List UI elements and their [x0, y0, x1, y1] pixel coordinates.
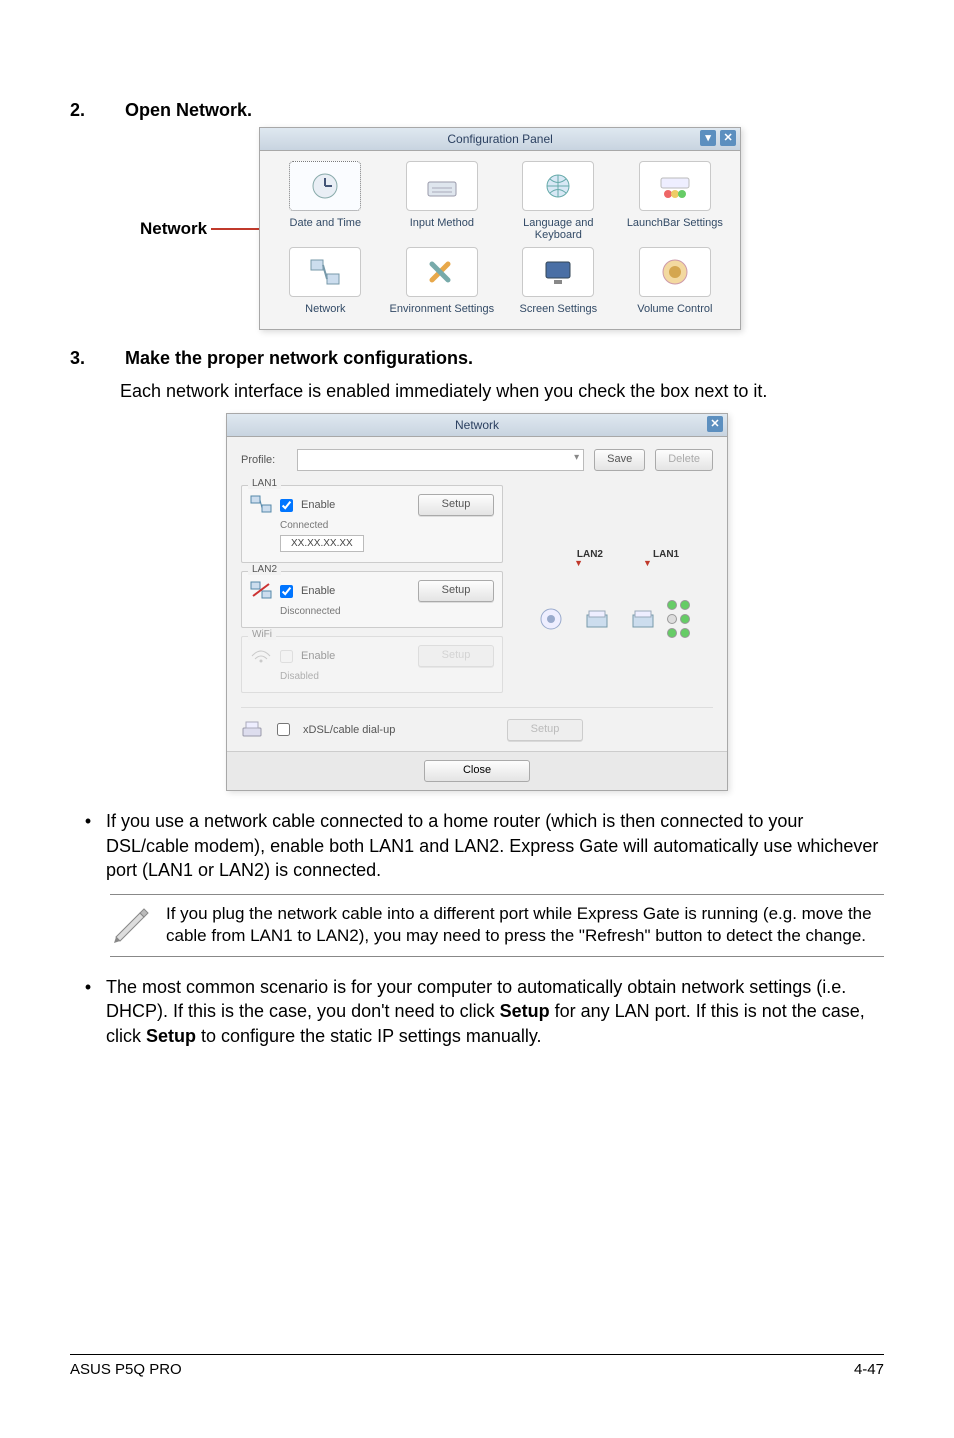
wifi-icon	[250, 646, 272, 667]
bullet2-setup1: Setup	[500, 1001, 550, 1021]
page-footer: ASUS P5Q PRO 4-47	[70, 1354, 884, 1378]
diag-lan1-label: LAN1	[653, 549, 679, 560]
minimize-icon[interactable]: ▾	[700, 130, 716, 146]
wifi-status: Disabled	[280, 671, 494, 682]
pencil-icon	[110, 903, 150, 948]
cp-item-volume-control[interactable]: Volume Control	[620, 247, 731, 315]
cp-item-date-time[interactable]: Date and Time	[270, 161, 381, 241]
speaker-icon	[639, 247, 711, 297]
cp-item-input-method[interactable]: Input Method	[387, 161, 498, 241]
keyboard-icon	[406, 161, 478, 211]
step3-title: Make the proper network configurations.	[125, 348, 473, 368]
cp-label: Network	[305, 303, 345, 315]
monitor-icon	[522, 247, 594, 297]
diag-client-node	[537, 607, 565, 631]
network-callout-label: Network	[140, 219, 207, 239]
lan1-enable-label: Enable	[301, 499, 335, 511]
lan1-ip: XX.XX.XX.XX	[280, 535, 364, 552]
cp-label: Environment Settings	[390, 303, 495, 315]
bullet2-post: to configure the static IP settings manu…	[196, 1026, 542, 1046]
configuration-panel-window: Configuration Panel ▾ ✕ Date and Time	[259, 127, 741, 330]
network-dialog: Network ✕ Profile: Save Delete LAN1	[226, 413, 728, 791]
cp-item-launchbar-settings[interactable]: LaunchBar Settings	[620, 161, 731, 241]
lan1-status: Connected	[280, 520, 494, 531]
footer-left: ASUS P5Q PRO	[70, 1361, 182, 1378]
launchbar-icon	[639, 161, 711, 211]
lan2-enable-label: Enable	[301, 585, 335, 597]
step3-body: Each network interface is enabled immedi…	[120, 379, 884, 403]
cp-label: Volume Control	[637, 303, 712, 315]
profile-select[interactable]	[297, 449, 584, 471]
step3-num: 3.	[70, 348, 120, 369]
bullet-icon: •	[70, 975, 106, 1048]
lan1-title: LAN1	[248, 478, 281, 489]
modem-icon	[241, 718, 263, 741]
note-box: If you plug the network cable into a dif…	[110, 894, 884, 957]
tools-icon	[406, 247, 478, 297]
save-button[interactable]: Save	[594, 449, 645, 471]
network-dialog-title: Network	[455, 418, 499, 432]
configuration-panel-titlebar: Configuration Panel ▾ ✕	[260, 128, 740, 151]
globe-icon	[522, 161, 594, 211]
note-text: If you plug the network cable into a dif…	[166, 903, 884, 947]
arrow-icon: ▼	[643, 558, 652, 568]
lan2-group: LAN2 Enable Setup Disconnected	[241, 571, 503, 628]
xdsl-row: xDSL/cable dial-up Setup	[241, 707, 713, 751]
xdsl-setup-button: Setup	[507, 719, 583, 741]
close-icon[interactable]: ✕	[720, 130, 736, 146]
step2-num: 2.	[70, 100, 120, 121]
lan2-enable-checkbox[interactable]	[280, 585, 293, 598]
footer-right: 4-47	[854, 1361, 884, 1378]
lan1-group: LAN1 Enable Setup Connected XX.XX.XX.XX	[241, 485, 503, 563]
lan-disconnected-icon	[250, 581, 272, 602]
profile-label: Profile:	[241, 454, 287, 466]
close-icon[interactable]: ✕	[707, 416, 723, 432]
lan1-enable-checkbox[interactable]	[280, 499, 293, 512]
wifi-group: WiFi Enable Setup Disabled	[241, 636, 503, 693]
arrow-icon: ▼	[574, 558, 583, 568]
lan2-status: Disconnected	[280, 606, 494, 617]
lan1-setup-button[interactable]: Setup	[418, 494, 494, 516]
cp-label: LaunchBar Settings	[627, 217, 723, 229]
wifi-enable-label: Enable	[301, 650, 335, 662]
wifi-title: WiFi	[248, 629, 276, 640]
diag-gateway2-node	[629, 607, 657, 631]
cp-item-language-keyboard[interactable]: Language and Keyboard	[503, 161, 614, 241]
cp-item-screen-settings[interactable]: Screen Settings	[503, 247, 614, 315]
wifi-setup-button: Setup	[418, 645, 494, 667]
step2-title: Open Network.	[125, 100, 252, 120]
bullet2-setup2: Setup	[146, 1026, 196, 1046]
lan2-setup-button[interactable]: Setup	[418, 580, 494, 602]
network-diagram: LAN2 LAN1 ▼ ▼	[513, 485, 713, 701]
cp-label: Date and Time	[290, 217, 362, 229]
bullet-icon: •	[70, 809, 106, 882]
network-icon	[289, 247, 361, 297]
bullet1-text: If you use a network cable connected to …	[106, 809, 884, 882]
close-button[interactable]: Close	[424, 760, 530, 782]
lan-connected-icon	[250, 495, 272, 516]
callout-line	[211, 228, 261, 230]
wifi-enable-checkbox	[280, 650, 293, 663]
cp-label: Screen Settings	[520, 303, 598, 315]
step2-heading: 2. Open Network.	[70, 100, 884, 121]
xdsl-checkbox[interactable]	[277, 723, 290, 736]
xdsl-label: xDSL/cable dial-up	[303, 724, 395, 736]
diag-gateway1-node	[583, 607, 611, 631]
cp-label: Input Method	[410, 217, 474, 229]
bullet2-text: The most common scenario is for your com…	[106, 975, 884, 1048]
configuration-panel-title: Configuration Panel	[447, 132, 552, 146]
lan2-title: LAN2	[248, 564, 281, 575]
cp-label: Language and Keyboard	[503, 217, 614, 241]
step3-heading: 3. Make the proper network configuration…	[70, 348, 884, 369]
led-indicators	[667, 600, 690, 638]
clock-icon	[289, 161, 361, 211]
network-dialog-titlebar: Network ✕	[227, 414, 727, 437]
cp-item-network[interactable]: Network	[270, 247, 381, 315]
delete-button[interactable]: Delete	[655, 449, 713, 471]
cp-item-environment-settings[interactable]: Environment Settings	[387, 247, 498, 315]
